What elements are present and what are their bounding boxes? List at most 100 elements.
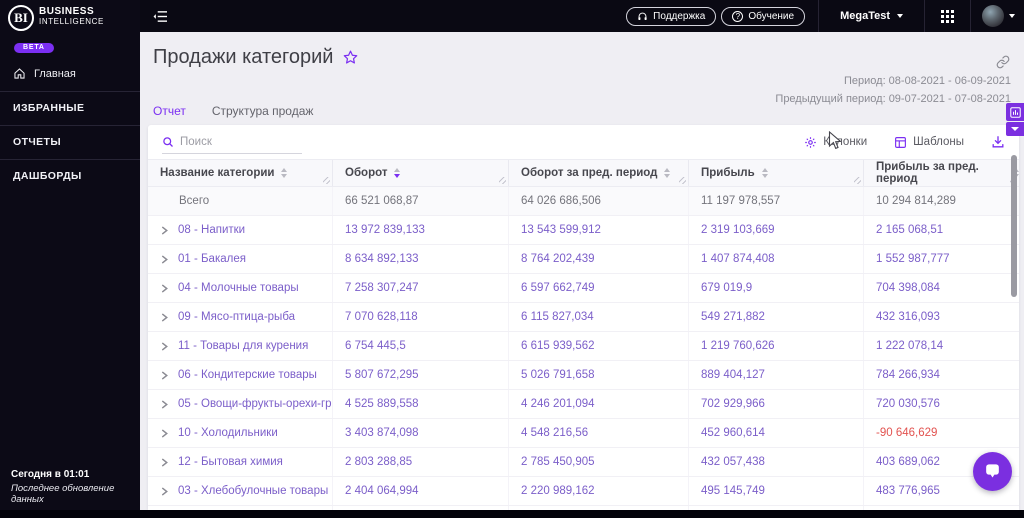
sidebar-item-favorites[interactable]: ИЗБРАННЫЕ (0, 91, 140, 125)
cell-value: 4 548 216,56 (508, 419, 688, 447)
bi-logo-icon: BI (8, 5, 34, 31)
cell-value: 702 929,966 (688, 390, 863, 418)
home-icon (13, 67, 26, 80)
table-row[interactable]: 04 - Молочные товары 7 258 307,247 6 597… (148, 274, 1019, 303)
sidebar: BI BUSINESS INTELLIGENCE BETA Главная ИЗ… (0, 0, 140, 518)
cell-value: 4 525 889,558 (332, 390, 508, 418)
support-label: Поддержка (653, 10, 706, 22)
table-row[interactable]: 12 - Бытовая химия 2 803 288,85 2 785 45… (148, 448, 1019, 477)
cell-value: 720 030,576 (863, 390, 1019, 418)
page-title: Продажи категорий (153, 46, 359, 69)
total-value: 64 026 686,506 (508, 187, 688, 215)
row-expander-icon[interactable] (160, 342, 169, 351)
sort-icon (394, 168, 401, 178)
row-expander-icon[interactable] (160, 487, 169, 496)
total-value: 11 197 978,557 (688, 187, 863, 215)
vertical-scrollbar[interactable] (1011, 155, 1017, 297)
apps-grid-icon (941, 9, 954, 23)
favorite-star-icon[interactable] (342, 49, 359, 66)
cell-value: 6 597 662,749 (508, 274, 688, 302)
column-header-turnover-prev[interactable]: Оборот за пред. период (508, 160, 688, 186)
chevron-down-icon (1011, 127, 1019, 131)
training-label: Обучение (748, 10, 795, 22)
row-expander-icon[interactable] (160, 255, 169, 264)
cell-value: 432 057,438 (688, 448, 863, 476)
search-box[interactable] (162, 130, 302, 154)
column-header-category[interactable]: Название категории (148, 160, 332, 186)
table-total-row: Всего 66 521 068,87 64 026 686,506 11 19… (148, 187, 1019, 216)
table-row[interactable]: 10 - Холодильники 3 403 874,098 4 548 21… (148, 419, 1019, 448)
row-expander-icon[interactable] (160, 284, 169, 293)
menu-fold-icon[interactable] (153, 10, 168, 23)
cell-value: 784 266,934 (863, 361, 1019, 389)
sort-icon (281, 168, 288, 178)
row-expander-icon[interactable] (160, 313, 169, 322)
row-expander-icon[interactable] (160, 371, 169, 380)
category-label: 08 - Напитки (178, 224, 246, 236)
column-header-turnover[interactable]: Оборот (332, 160, 508, 186)
templates-button[interactable]: Шаблоны (894, 136, 964, 149)
table-row[interactable]: 08 - Напитки 13 972 839,133 13 543 599,9… (148, 216, 1019, 245)
collapse-panel-button[interactable] (1006, 122, 1024, 136)
chart-view-button[interactable] (1006, 103, 1024, 121)
support-button[interactable]: Поддержка (626, 6, 717, 26)
apps-grid-button[interactable] (925, 9, 970, 23)
workspace-dropdown[interactable]: MegaTest (819, 10, 924, 22)
share-link-icon[interactable] (996, 55, 1010, 69)
last-update-time: Сегодня в 01:01 (11, 469, 90, 480)
chat-icon (983, 462, 1002, 481)
tab-sales-structure[interactable]: Структура продаж (212, 104, 314, 127)
question-icon: ? (732, 10, 744, 22)
table-row[interactable]: 05 - Овощи-фрукты-орехи-грибы 4 525 889,… (148, 390, 1019, 419)
cell-value: 432 316,093 (863, 303, 1019, 331)
category-label: 03 - Хлебобулочные товары (178, 485, 329, 497)
cell-value: 6 115 827,034 (508, 303, 688, 331)
cell-value: 3 403 874,098 (332, 419, 508, 447)
sort-icon (664, 168, 671, 178)
cell-value: 452 960,614 (688, 419, 863, 447)
cell-value: 1 407 874,408 (688, 245, 863, 273)
table-row[interactable]: 03 - Хлебобулочные товары 2 404 064,994 … (148, 477, 1019, 506)
category-label: 09 - Мясо-птица-рыба (178, 311, 296, 323)
sidebar-item-dashboards[interactable]: ДАШБОРДЫ (0, 159, 140, 193)
cell-value: 2 404 064,994 (332, 477, 508, 505)
table-row[interactable]: 11 - Товары для курения 6 754 445,5 6 61… (148, 332, 1019, 361)
table-row[interactable]: 01 - Бакалея 8 634 892,133 8 764 202,439… (148, 245, 1019, 274)
sidebar-item-home[interactable]: Главная (0, 54, 140, 91)
cell-value: 1 222 078,14 (863, 332, 1019, 360)
columns-button[interactable]: Колонки (804, 136, 867, 149)
download-button[interactable] (991, 135, 1005, 149)
current-period: Период: 08-08-2021 - 06-09-2021 (843, 75, 1011, 87)
side-panel-buttons (1006, 103, 1024, 136)
table-row[interactable]: 06 - Кондитерские товары 5 807 672,295 5… (148, 361, 1019, 390)
search-input[interactable] (180, 135, 302, 148)
table-row[interactable]: 09 - Мясо-птица-рыба 7 070 628,118 6 115… (148, 303, 1019, 332)
period-info: Период: 08-08-2021 - 06-09-2021 Предыдущ… (775, 72, 1011, 108)
chevron-down-icon (1009, 14, 1015, 18)
column-header-profit-prev[interactable]: Прибыль за пред. период (863, 160, 1019, 186)
category-label: 06 - Кондитерские товары (178, 369, 317, 381)
tab-report[interactable]: Отчет (153, 104, 186, 127)
columns-label: Колонки (823, 136, 868, 148)
category-label: 05 - Овощи-фрукты-орехи-грибы (178, 398, 332, 410)
row-expander-icon[interactable] (160, 226, 169, 235)
report-card: Колонки Шаблоны Название категории (148, 125, 1019, 510)
training-button[interactable]: ? Обучение (721, 6, 806, 26)
row-expander-icon[interactable] (160, 458, 169, 467)
tab-bar: Отчет Структура продаж (153, 104, 313, 127)
last-update-note: Последнее обновление данных (11, 483, 115, 505)
category-label: 01 - Бакалея (178, 253, 246, 265)
column-header-profit[interactable]: Прибыль (688, 160, 863, 186)
row-expander-icon[interactable] (160, 400, 169, 409)
logo-line1: BUSINESS (39, 6, 95, 17)
total-label: Всего (179, 195, 210, 207)
cell-value: -90 646,629 (863, 419, 1019, 447)
table-toolbar: Колонки Шаблоны (148, 125, 1019, 159)
user-menu[interactable] (971, 5, 1024, 27)
avatar (982, 5, 1004, 27)
sidebar-item-reports[interactable]: ОТЧЕТЫ (0, 125, 140, 159)
row-expander-icon[interactable] (160, 429, 169, 438)
cell-value: 2 319 103,669 (688, 216, 863, 244)
chat-widget-button[interactable] (973, 452, 1012, 491)
cell-value: 889 404,127 (688, 361, 863, 389)
